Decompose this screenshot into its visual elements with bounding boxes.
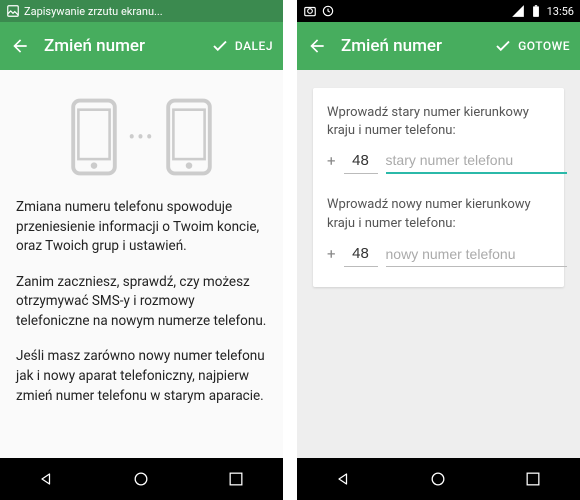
signal-icon bbox=[511, 4, 525, 18]
app-bar: Zmień numer GOTOWE bbox=[297, 22, 580, 70]
clock-icon bbox=[321, 4, 335, 18]
info-paragraph: Jeśli masz zarówno nowy numer telefonu j… bbox=[16, 347, 267, 406]
next-button[interactable]: DALEJ bbox=[211, 37, 273, 55]
content-area: ••• Zmiana numeru telefonu spowoduje prz… bbox=[0, 70, 283, 458]
app-bar: Zmień numer DALEJ bbox=[0, 22, 283, 70]
old-number-row: + bbox=[327, 150, 550, 174]
new-phone-input[interactable] bbox=[386, 244, 567, 267]
nav-back-icon[interactable] bbox=[37, 469, 57, 489]
nav-recent-icon[interactable] bbox=[523, 469, 543, 489]
content-area: Wprowadź stary numer kierunkowy kraju i … bbox=[297, 70, 580, 458]
new-country-code-input[interactable] bbox=[344, 243, 378, 267]
phone-old-icon bbox=[68, 98, 120, 176]
image-icon bbox=[6, 4, 20, 18]
screen-form: 13:56 Zmień numer GOTOWE Wprowadź stary … bbox=[297, 0, 580, 500]
check-icon bbox=[494, 37, 512, 55]
phones-illustration: ••• bbox=[16, 98, 267, 176]
check-icon bbox=[211, 37, 229, 55]
plus-prefix: + bbox=[327, 245, 336, 267]
phone-new-icon bbox=[163, 98, 215, 176]
new-number-label: Wprowadź nowy numer kierunkowy kraju i n… bbox=[327, 196, 550, 232]
nav-back-icon[interactable] bbox=[334, 469, 354, 489]
done-label: GOTOWE bbox=[518, 39, 570, 53]
nav-recent-icon[interactable] bbox=[226, 469, 246, 489]
transfer-dots-icon: ••• bbox=[128, 125, 154, 149]
page-title: Zmień numer bbox=[341, 36, 442, 56]
plus-prefix: + bbox=[327, 152, 336, 174]
camera-icon bbox=[303, 4, 317, 18]
status-bar: Zapisywanie zrzutu ekranu... bbox=[0, 0, 283, 22]
new-number-row: + bbox=[327, 243, 550, 267]
page-title: Zmień numer bbox=[44, 36, 145, 56]
status-text: Zapisywanie zrzutu ekranu... bbox=[24, 5, 163, 18]
back-icon[interactable] bbox=[10, 36, 30, 56]
back-icon[interactable] bbox=[307, 36, 327, 56]
old-phone-input[interactable] bbox=[386, 150, 567, 174]
status-bar: 13:56 bbox=[297, 0, 580, 22]
nav-home-icon[interactable] bbox=[428, 469, 448, 489]
nav-bar bbox=[297, 458, 580, 500]
old-number-label: Wprowadź stary numer kierunkowy kraju i … bbox=[327, 104, 550, 140]
next-label: DALEJ bbox=[235, 39, 273, 53]
form-card: Wprowadź stary numer kierunkowy kraju i … bbox=[313, 88, 564, 287]
info-paragraph: Zanim zaczniesz, sprawdź, czy możesz otr… bbox=[16, 273, 267, 332]
nav-bar bbox=[0, 458, 283, 500]
battery-icon bbox=[529, 4, 543, 18]
nav-home-icon[interactable] bbox=[131, 469, 151, 489]
screen-info: Zapisywanie zrzutu ekranu... Zmień numer… bbox=[0, 0, 283, 500]
status-time: 13:56 bbox=[547, 5, 574, 18]
old-country-code-input[interactable] bbox=[344, 150, 378, 174]
info-paragraph: Zmiana numeru telefonu spowoduje przenie… bbox=[16, 198, 267, 257]
done-button[interactable]: GOTOWE bbox=[494, 37, 570, 55]
